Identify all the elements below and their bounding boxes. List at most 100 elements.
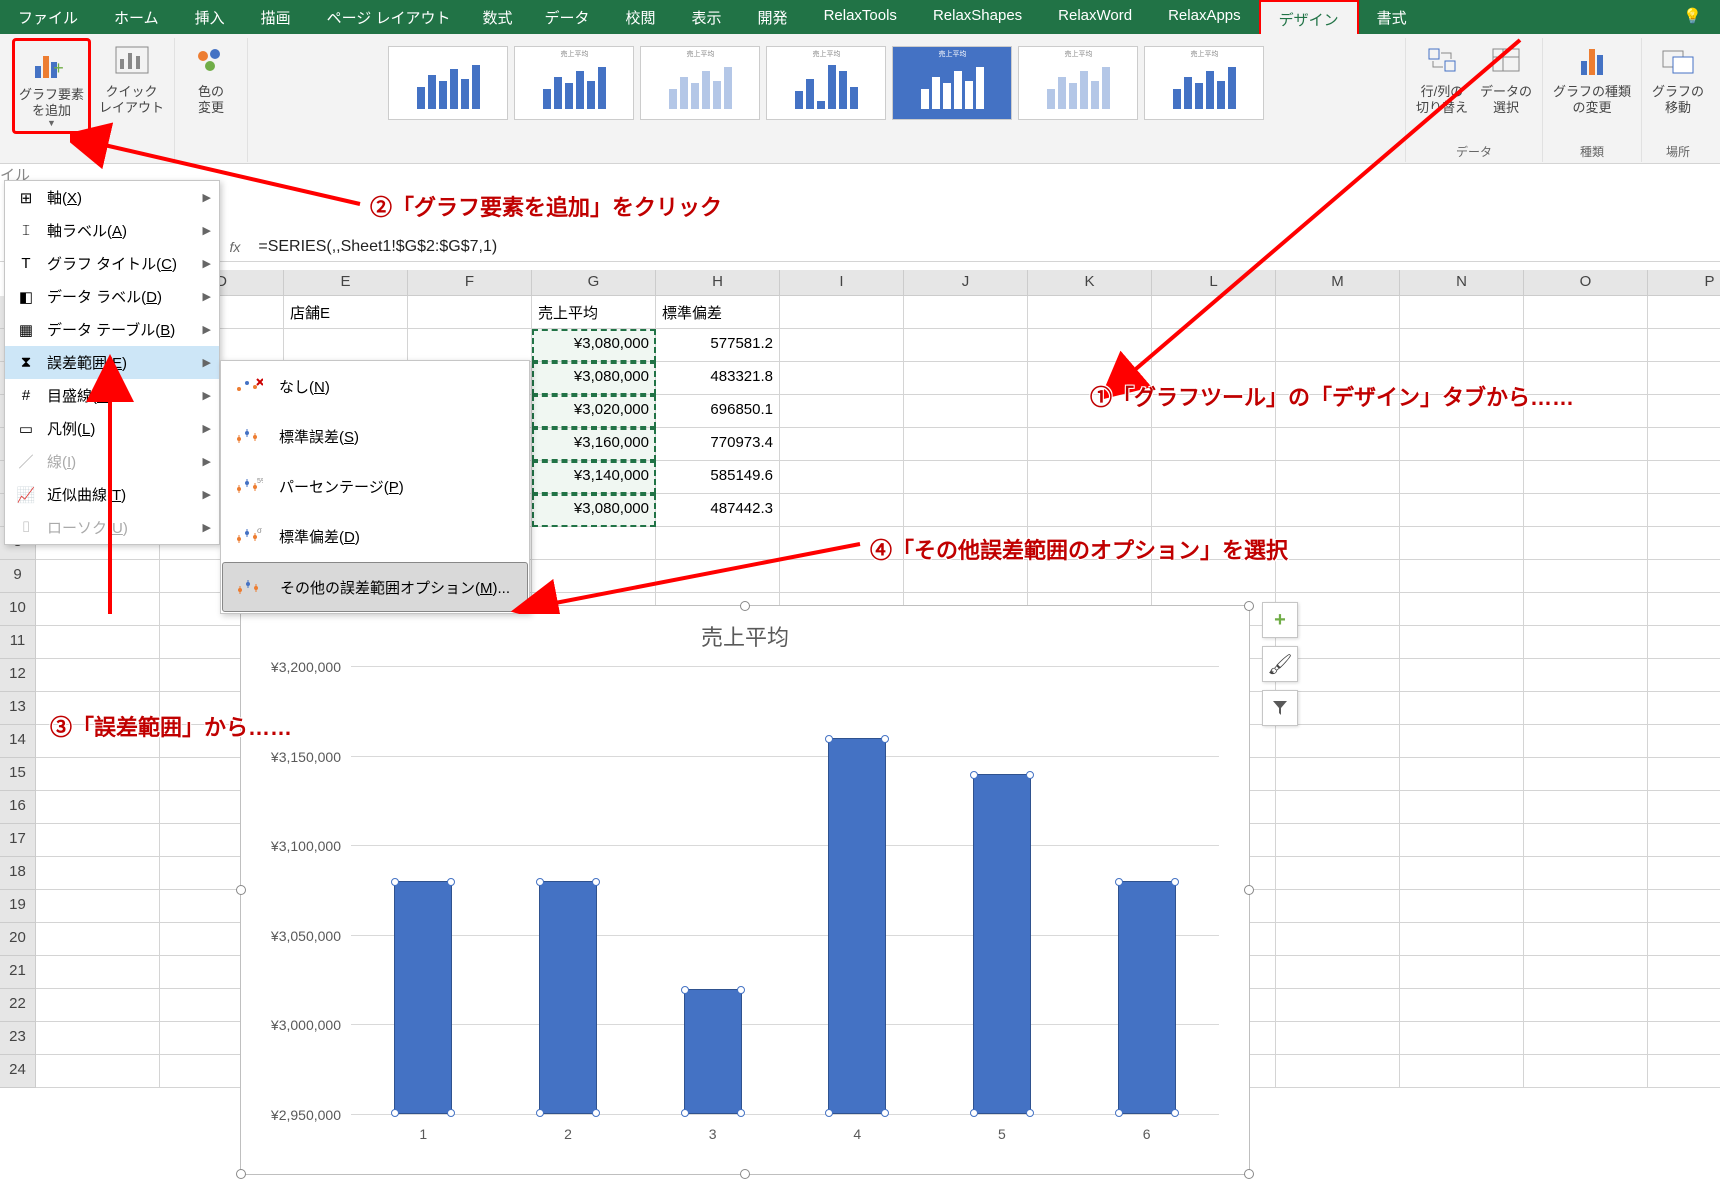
- row-header-10[interactable]: 10: [0, 593, 36, 626]
- cell-F1[interactable]: [408, 296, 532, 329]
- tab-developer[interactable]: 開発: [740, 0, 806, 34]
- fx-icon[interactable]: fx: [219, 239, 250, 255]
- cell-P21[interactable]: [1648, 956, 1720, 989]
- cell-O7[interactable]: [1524, 494, 1648, 527]
- cell-J5[interactable]: [904, 428, 1028, 461]
- cell-L9[interactable]: [1152, 560, 1276, 593]
- cell-M19[interactable]: [1276, 890, 1400, 923]
- cell-I1[interactable]: [780, 296, 904, 329]
- cell-P6[interactable]: [1648, 461, 1720, 494]
- formula-input[interactable]: =SERIES(,,Sheet1!$G$2:$G$7,1): [250, 234, 1720, 260]
- cell-N10[interactable]: [1400, 593, 1524, 626]
- cell-N6[interactable]: [1400, 461, 1524, 494]
- cell-O9[interactable]: [1524, 560, 1648, 593]
- cell-G5[interactable]: ¥3,160,000: [532, 428, 656, 461]
- tab-draw[interactable]: 描画: [243, 0, 309, 34]
- row-header-15[interactable]: 15: [0, 758, 36, 791]
- cell-P11[interactable]: [1648, 626, 1720, 659]
- cell-P20[interactable]: [1648, 923, 1720, 956]
- cell-O11[interactable]: [1524, 626, 1648, 659]
- cell-N19[interactable]: [1400, 890, 1524, 923]
- cell-J8[interactable]: [904, 527, 1028, 560]
- cell-N12[interactable]: [1400, 659, 1524, 692]
- col-header-F[interactable]: F: [408, 270, 532, 296]
- cell-N16[interactable]: [1400, 791, 1524, 824]
- cell-N3[interactable]: [1400, 362, 1524, 395]
- tab-relaxshapes[interactable]: RelaxShapes: [915, 0, 1040, 34]
- menu-item-軸[interactable]: ⊞軸(X)▶: [5, 181, 219, 214]
- submenu-item-M[interactable]: その他の誤差範囲オプション(M)...: [222, 562, 528, 612]
- cell-N17[interactable]: [1400, 824, 1524, 857]
- cell-N18[interactable]: [1400, 857, 1524, 890]
- cell-E1[interactable]: 店舗E: [284, 296, 408, 329]
- cell-J4[interactable]: [904, 395, 1028, 428]
- submenu-item-S[interactable]: 標準誤差(S): [221, 411, 529, 461]
- cell-H5[interactable]: 770973.4: [656, 428, 780, 461]
- cell-L8[interactable]: [1152, 527, 1276, 560]
- cell-M8[interactable]: [1276, 527, 1400, 560]
- col-header-L[interactable]: L: [1152, 270, 1276, 296]
- cell-K8[interactable]: [1028, 527, 1152, 560]
- cell-J9[interactable]: [904, 560, 1028, 593]
- row-header-20[interactable]: 20: [0, 923, 36, 956]
- cell-M2[interactable]: [1276, 329, 1400, 362]
- embedded-chart[interactable]: 売上平均 ¥2,950,000¥3,000,000¥3,050,000¥3,10…: [240, 605, 1250, 1175]
- tab-design[interactable]: デザイン: [1259, 0, 1359, 34]
- chart-title[interactable]: 売上平均: [241, 606, 1249, 660]
- cell-P17[interactable]: [1648, 824, 1720, 857]
- cell-C15[interactable]: [36, 758, 160, 791]
- tab-pagelayout[interactable]: ページ レイアウト: [309, 0, 469, 34]
- cell-M20[interactable]: [1276, 923, 1400, 956]
- cell-L7[interactable]: [1152, 494, 1276, 527]
- cell-O1[interactable]: [1524, 296, 1648, 329]
- cell-J2[interactable]: [904, 329, 1028, 362]
- chart-style-5[interactable]: 売上平均: [892, 46, 1012, 120]
- tab-review[interactable]: 校閲: [608, 0, 674, 34]
- col-header-N[interactable]: N: [1400, 270, 1524, 296]
- cell-I4[interactable]: [780, 395, 904, 428]
- tab-formulas[interactable]: 数式: [468, 0, 526, 34]
- chart-style-7[interactable]: 売上平均: [1144, 46, 1264, 120]
- cell-J7[interactable]: [904, 494, 1028, 527]
- cell-H1[interactable]: 標準偏差: [656, 296, 780, 329]
- col-header-M[interactable]: M: [1276, 270, 1400, 296]
- cell-O2[interactable]: [1524, 329, 1648, 362]
- cell-G2[interactable]: ¥3,080,000: [532, 329, 656, 362]
- cell-N9[interactable]: [1400, 560, 1524, 593]
- cell-M5[interactable]: [1276, 428, 1400, 461]
- cell-G8[interactable]: [532, 527, 656, 560]
- cell-N2[interactable]: [1400, 329, 1524, 362]
- col-header-O[interactable]: O: [1524, 270, 1648, 296]
- switch-row-col-button[interactable]: 行/列の 切り替え: [1412, 38, 1472, 117]
- row-header-11[interactable]: 11: [0, 626, 36, 659]
- chart-plot-area[interactable]: ¥2,950,000¥3,000,000¥3,050,000¥3,100,000…: [351, 666, 1219, 1114]
- cell-N5[interactable]: [1400, 428, 1524, 461]
- cell-M3[interactable]: [1276, 362, 1400, 395]
- cell-J1[interactable]: [904, 296, 1028, 329]
- cell-M15[interactable]: [1276, 758, 1400, 791]
- cell-M17[interactable]: [1276, 824, 1400, 857]
- col-header-I[interactable]: I: [780, 270, 904, 296]
- cell-P18[interactable]: [1648, 857, 1720, 890]
- chart-styles-gallery[interactable]: 売上平均 売上平均 売上平均 売上平均 売上平均 売上平均: [378, 38, 1274, 128]
- menu-item-目盛線[interactable]: #目盛線(G)▶: [5, 379, 219, 412]
- cell-H4[interactable]: 696850.1: [656, 395, 780, 428]
- tab-relaxword[interactable]: RelaxWord: [1040, 0, 1150, 34]
- cell-K2[interactable]: [1028, 329, 1152, 362]
- cell-O5[interactable]: [1524, 428, 1648, 461]
- cell-M22[interactable]: [1276, 989, 1400, 1022]
- cell-C9[interactable]: [36, 560, 160, 593]
- quick-layout-button[interactable]: クイック レイアウト: [95, 38, 168, 134]
- cell-O10[interactable]: [1524, 593, 1648, 626]
- row-header-24[interactable]: 24: [0, 1055, 36, 1088]
- cell-N23[interactable]: [1400, 1022, 1524, 1055]
- cell-N24[interactable]: [1400, 1055, 1524, 1088]
- cell-J6[interactable]: [904, 461, 1028, 494]
- row-header-21[interactable]: 21: [0, 956, 36, 989]
- cell-L4[interactable]: [1152, 395, 1276, 428]
- cell-K3[interactable]: [1028, 362, 1152, 395]
- chart-elements-plus-button[interactable]: +: [1262, 602, 1298, 638]
- cell-I5[interactable]: [780, 428, 904, 461]
- cell-G7[interactable]: ¥3,080,000: [532, 494, 656, 527]
- row-header-9[interactable]: 9: [0, 560, 36, 593]
